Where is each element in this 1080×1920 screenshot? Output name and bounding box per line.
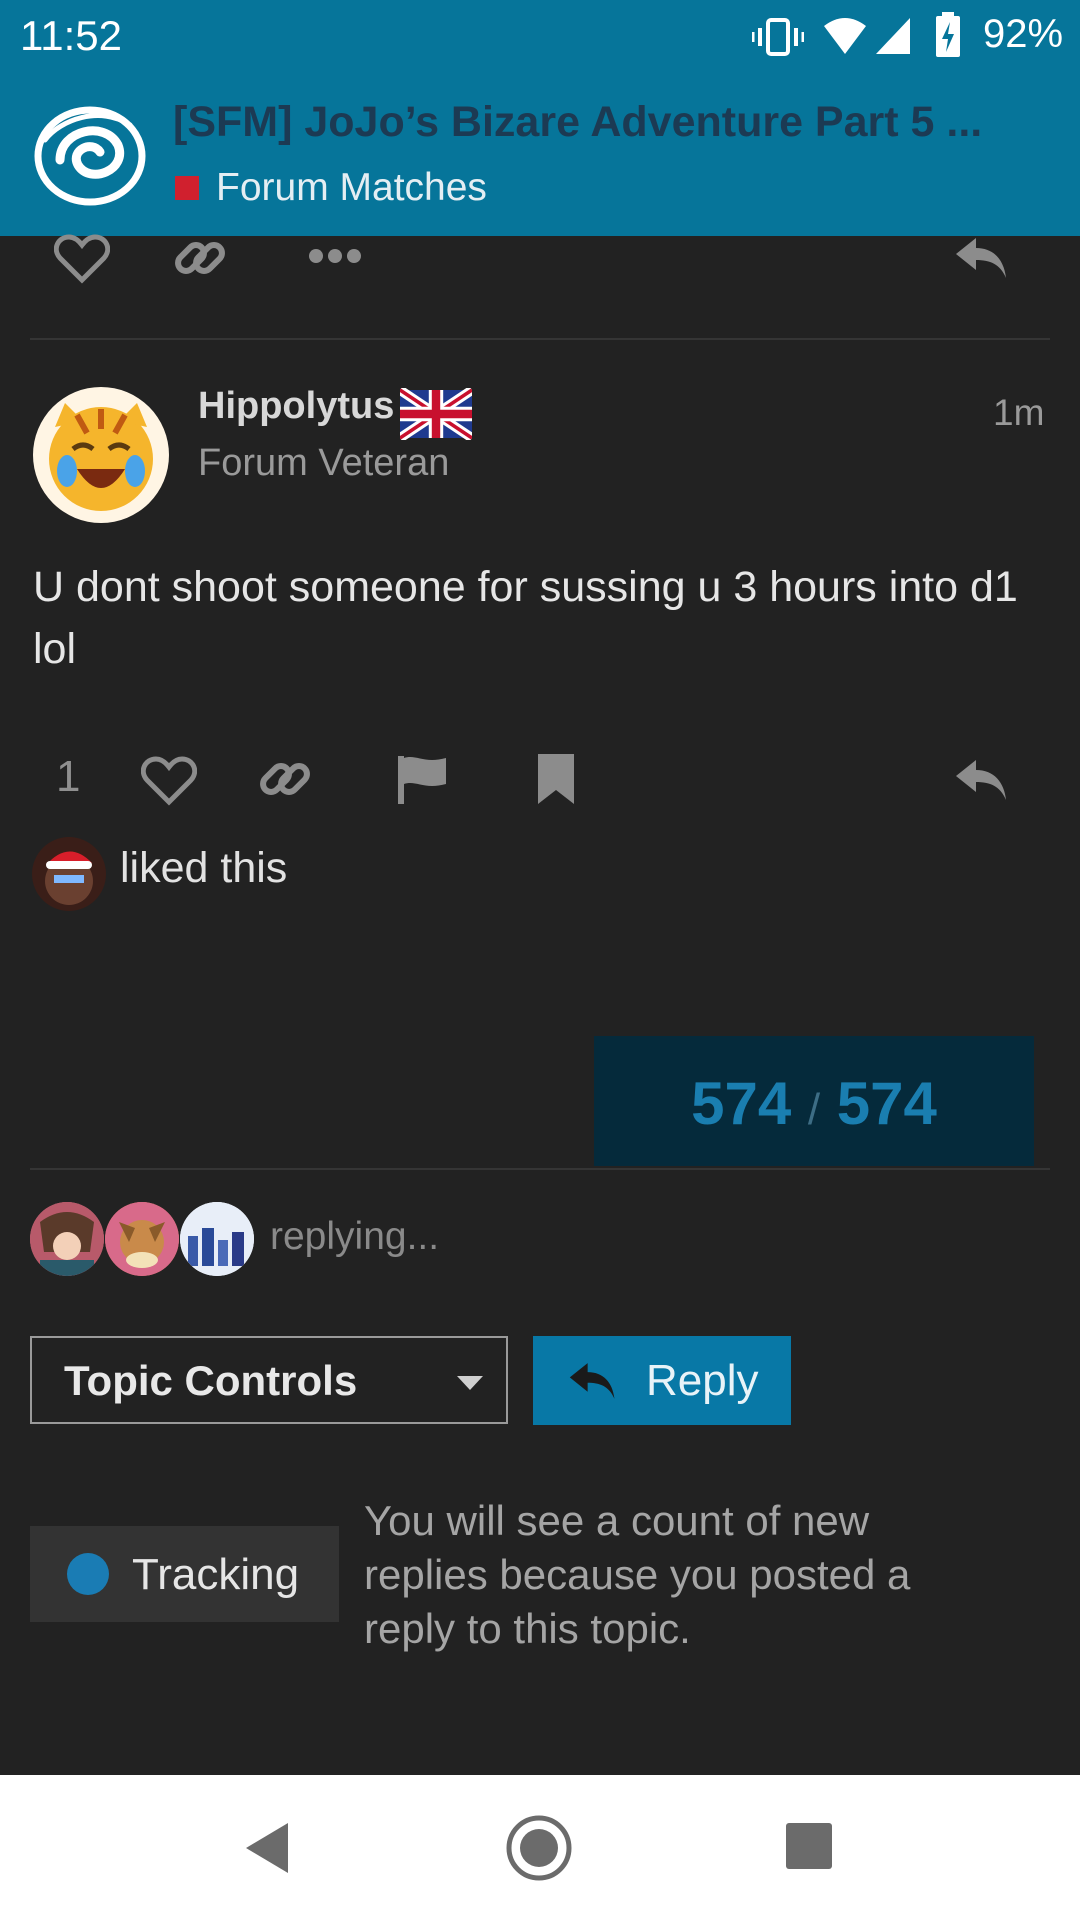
progress-separator: / xyxy=(807,1085,821,1134)
tracking-dot-icon xyxy=(67,1553,109,1595)
caret-down-icon xyxy=(457,1376,483,1390)
category-link[interactable]: Forum Matches xyxy=(216,166,487,210)
topic-title[interactable]: [SFM] JoJo’s Bizare Adventure Part 5 ... xyxy=(173,98,982,147)
tracking-label: Tracking xyxy=(132,1550,300,1599)
wifi-icon xyxy=(824,18,866,54)
notification-level-button[interactable]: Tracking xyxy=(30,1526,339,1622)
cell-signal-icon xyxy=(876,18,910,54)
recents-icon[interactable] xyxy=(786,1823,832,1869)
reply-label: Reply xyxy=(646,1356,759,1405)
notification-description: You will see a count of new replies beca… xyxy=(364,1497,911,1652)
back-icon[interactable] xyxy=(244,1821,290,1875)
tiger-emoji-avatar xyxy=(49,403,153,511)
category-color-badge xyxy=(175,176,199,200)
flag-icon[interactable] xyxy=(396,754,448,806)
post-divider xyxy=(30,338,1050,340)
battery-percentage: 92% xyxy=(983,12,1064,56)
user-avatar[interactable] xyxy=(33,387,169,523)
post-body: U dont shoot someone for sussing u 3 hou… xyxy=(33,563,1018,673)
reply-icon xyxy=(569,1363,615,1399)
system-nav-bar xyxy=(0,1775,1080,1920)
status-time: 11:52 xyxy=(20,12,122,59)
app-header: 11:52 92% [SFM] JoJo’s Bizare Adventure … xyxy=(0,0,1080,236)
post-username[interactable]: Hippolytus xyxy=(198,385,394,428)
heart-icon[interactable] xyxy=(54,234,110,284)
santa-hat-avatar xyxy=(45,851,93,905)
progress-counter: 574 / 574 xyxy=(594,1069,1034,1138)
timeline-divider xyxy=(30,1168,1050,1170)
user-title: Forum Veteran xyxy=(198,442,450,484)
progress-total: 574 xyxy=(836,1070,937,1137)
anime-character-avatar xyxy=(30,1202,104,1276)
replying-indicator: replying... xyxy=(270,1215,440,1258)
reply-icon[interactable] xyxy=(954,234,1010,282)
forum-logo[interactable] xyxy=(30,100,148,210)
city-skyline-avatar xyxy=(180,1202,254,1276)
liked-this-text: liked this xyxy=(120,844,288,892)
topic-controls-label: Topic Controls xyxy=(64,1357,358,1404)
progress-current: 574 xyxy=(691,1070,792,1137)
heart-icon[interactable] xyxy=(141,756,197,806)
home-icon[interactable] xyxy=(504,1813,574,1883)
eevee-avatar xyxy=(105,1202,179,1276)
reply-icon[interactable] xyxy=(954,756,1010,804)
post-age[interactable]: 1m xyxy=(993,392,1044,434)
more-icon[interactable] xyxy=(308,246,362,266)
like-count[interactable]: 1 xyxy=(56,752,80,802)
replying-avatar[interactable] xyxy=(30,1202,104,1276)
replying-avatar[interactable] xyxy=(180,1202,254,1276)
liker-avatar[interactable] xyxy=(32,837,106,911)
topic-controls-dropdown[interactable]: Topic Controls xyxy=(30,1336,508,1424)
topic-progress[interactable]: 574 / 574 xyxy=(594,1036,1034,1166)
link-icon[interactable] xyxy=(172,230,228,286)
bookmark-icon[interactable] xyxy=(536,752,576,806)
vibrate-icon xyxy=(752,18,804,56)
link-icon[interactable] xyxy=(257,751,313,807)
replying-avatar[interactable] xyxy=(105,1202,179,1276)
swirl-logo-icon xyxy=(34,106,146,206)
battery-charging-icon xyxy=(936,12,960,57)
uk-flag-icon xyxy=(400,388,472,440)
reply-button[interactable]: Reply xyxy=(533,1336,791,1425)
